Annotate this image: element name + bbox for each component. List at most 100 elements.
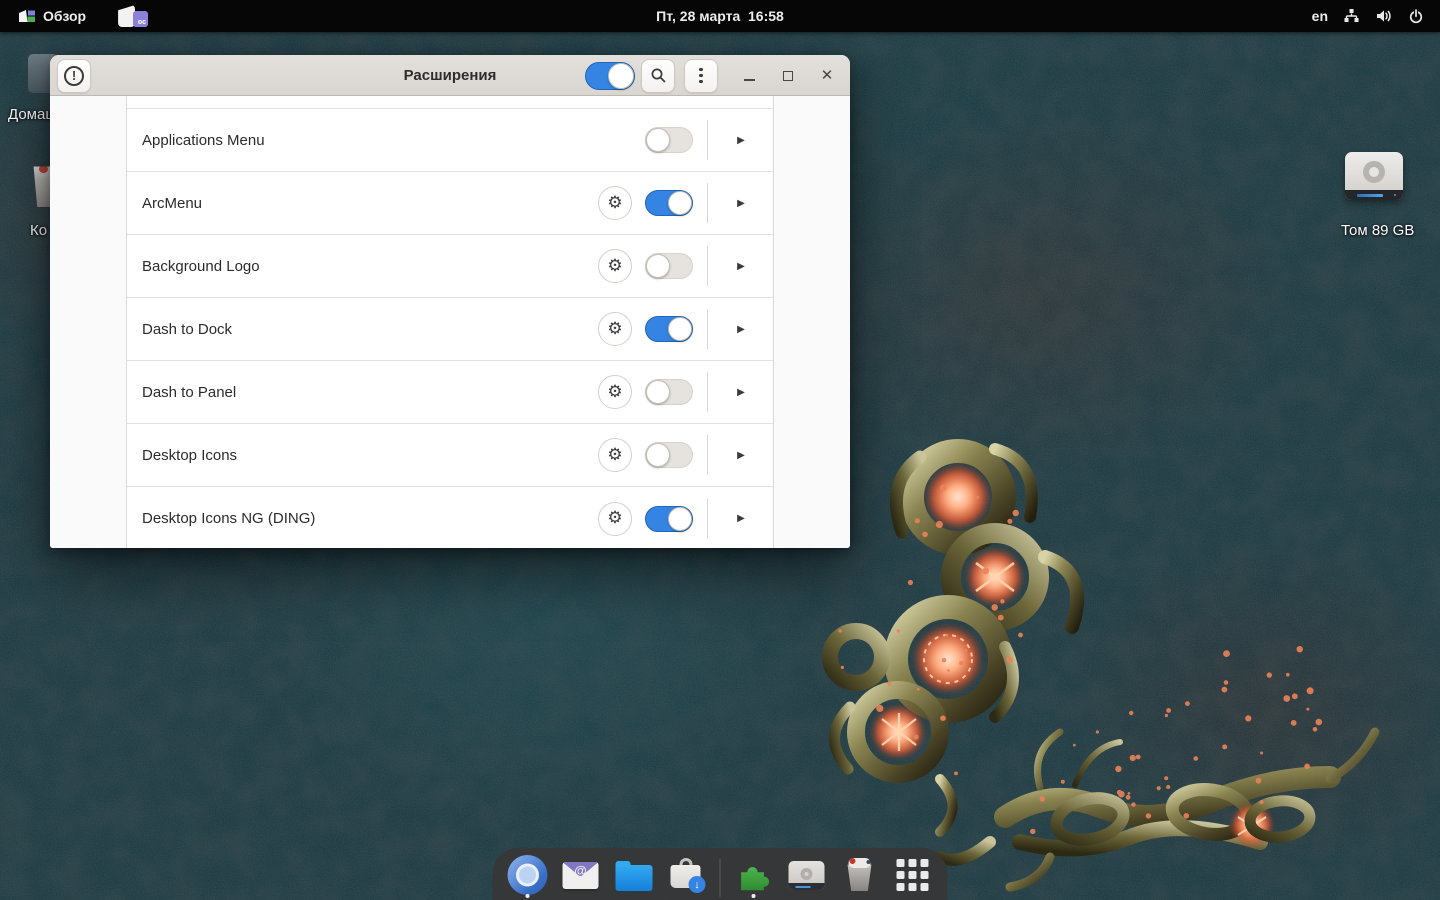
trash-icon <box>840 855 880 895</box>
extension-row: Applications Menu ▶ <box>127 109 773 172</box>
extension-row: Dash to Dock ⚙ ▶ <box>127 298 773 361</box>
extension-expand-button[interactable]: ▶ <box>729 380 753 404</box>
distro-logo-icon <box>19 10 35 22</box>
gear-icon: ⚙ <box>607 381 623 402</box>
extension-name: Background Logo <box>142 257 260 275</box>
search-button[interactable] <box>641 58 675 93</box>
kebab-menu-icon <box>699 67 703 84</box>
maximize-icon <box>783 70 793 81</box>
software-icon: ↓ <box>667 855 707 895</box>
close-button[interactable]: ✕ <box>815 64 839 88</box>
dock-item-trash[interactable] <box>840 855 880 900</box>
keyboard-layout-indicator[interactable]: en <box>1312 8 1328 24</box>
extension-settings-button[interactable]: ⚙ <box>598 501 632 536</box>
extension-row: Background Logo ⚙ ▶ <box>127 235 773 298</box>
gear-icon: ⚙ <box>607 508 623 528</box>
row-divider <box>707 498 708 539</box>
running-indicator <box>525 894 530 898</box>
extension-settings-button[interactable]: ⚙ <box>598 312 632 346</box>
mail-icon: @ <box>561 855 601 895</box>
dock-item-disks[interactable] <box>787 855 827 900</box>
global-extensions-toggle[interactable] <box>585 61 635 90</box>
dock-item-extensions[interactable] <box>734 855 774 900</box>
extension-expand-button[interactable]: ▶ <box>729 254 753 278</box>
extension-expand-button[interactable]: ▶ <box>729 317 753 341</box>
extension-name: Desktop Icons <box>142 446 238 464</box>
running-indicator <box>751 894 756 898</box>
extension-toggle[interactable] <box>645 127 693 153</box>
dock-item-software[interactable]: ↓ <box>667 855 707 900</box>
extension-settings-button[interactable]: ⚙ <box>598 249 632 283</box>
extension-toggle[interactable] <box>645 505 693 532</box>
minimize-icon <box>743 79 755 81</box>
extensions-list: Applications Menu ▶ ArcMenu ⚙ ▶ Background Lo… <box>126 96 774 548</box>
close-icon: ✕ <box>820 67 834 84</box>
extension-row: Dash to Panel ⚙ ▶ <box>127 361 773 424</box>
extension-settings-button[interactable]: ⚙ <box>598 375 632 409</box>
extension-settings-button[interactable]: ⚙ <box>598 438 632 472</box>
extension-expand-button[interactable]: ▶ <box>729 191 753 215</box>
extension-name: Desktop Icons NG (DING) <box>142 510 316 527</box>
gear-icon: ⚙ <box>607 255 623 276</box>
disks-icon <box>787 855 827 895</box>
extension-toggle[interactable] <box>645 379 693 405</box>
activities-label: Обзор <box>43 8 87 24</box>
row-divider <box>707 120 708 160</box>
minimize-button[interactable] <box>737 64 761 88</box>
dock-item-app-grid[interactable] <box>893 855 933 900</box>
power-icon[interactable] <box>1408 8 1424 24</box>
chevron-right-icon: ▶ <box>737 449 745 461</box>
app-indicator-icon[interactable]: oc <box>118 3 149 29</box>
extension-toggle[interactable] <box>645 190 693 216</box>
gear-icon: ⚙ <box>607 444 623 465</box>
volume-icon[interactable] <box>1375 8 1393 24</box>
row-divider <box>707 435 708 475</box>
row-divider <box>707 246 708 286</box>
updates-alert-button[interactable]: ! <box>57 58 91 93</box>
chromium-icon <box>507 855 548 895</box>
clock[interactable]: Пт, 28 марта 16:58 <box>656 8 784 24</box>
row-divider <box>707 372 708 412</box>
menu-button[interactable] <box>684 58 718 93</box>
volume-drive-label[interactable]: Том 89 GB <box>1341 222 1414 239</box>
window-body: Applications Menu ▶ ArcMenu ⚙ ▶ Background Lo… <box>50 96 850 548</box>
volume-drive-icon[interactable] <box>1345 152 1403 200</box>
dock-item-mail[interactable]: @ <box>561 855 601 900</box>
gear-icon: ⚙ <box>607 192 623 213</box>
extension-row: Desktop Icons NG (DING) ⚙ ▶ <box>127 487 773 548</box>
headerbar: Расширения ! ✕ <box>50 55 850 96</box>
app-grid-icon <box>893 855 933 895</box>
desktop-root: Домаш Ко Том 89 GB Обзор oc Пт, 28 марта… <box>0 0 1440 900</box>
chevron-right-icon: ▶ <box>737 513 745 524</box>
top-bar: Обзор oc Пт, 28 марта 16:58 en <box>0 0 1440 32</box>
extension-name: Dash to Dock <box>142 320 233 338</box>
chevron-right-icon: ▶ <box>737 386 745 398</box>
extension-toggle[interactable] <box>645 253 693 279</box>
maximize-button[interactable] <box>776 64 800 88</box>
extension-toggle[interactable] <box>645 316 693 342</box>
extension-row: Desktop Icons ⚙ ▶ <box>127 424 773 487</box>
files-icon <box>614 855 654 895</box>
chevron-right-icon: ▶ <box>737 323 745 335</box>
partial-row <box>127 96 773 109</box>
exclamation-circle-icon: ! <box>64 65 84 86</box>
dock-item-files[interactable] <box>614 855 654 900</box>
extension-settings-button[interactable]: ⚙ <box>598 186 632 220</box>
activities-button[interactable]: Обзор <box>0 0 100 32</box>
chevron-right-icon: ▶ <box>737 260 745 272</box>
wallpaper-sculpture <box>822 439 1380 892</box>
gear-icon: ⚙ <box>607 318 623 339</box>
chevron-right-icon: ▶ <box>737 134 745 146</box>
extensions-icon <box>734 855 774 895</box>
dock: @ ↓ <box>492 848 948 900</box>
extension-expand-button[interactable]: ▶ <box>729 128 753 152</box>
network-wired-icon[interactable] <box>1343 8 1360 24</box>
extension-name: ArcMenu <box>142 194 203 212</box>
extension-expand-button[interactable]: ▶ <box>729 507 753 531</box>
extension-expand-button[interactable]: ▶ <box>729 443 753 467</box>
trash-desktop-label[interactable]: Ко <box>30 222 47 239</box>
chevron-right-icon: ▶ <box>737 197 745 209</box>
extension-toggle[interactable] <box>645 442 693 468</box>
row-divider <box>707 309 708 349</box>
dock-item-chromium[interactable] <box>507 855 548 900</box>
